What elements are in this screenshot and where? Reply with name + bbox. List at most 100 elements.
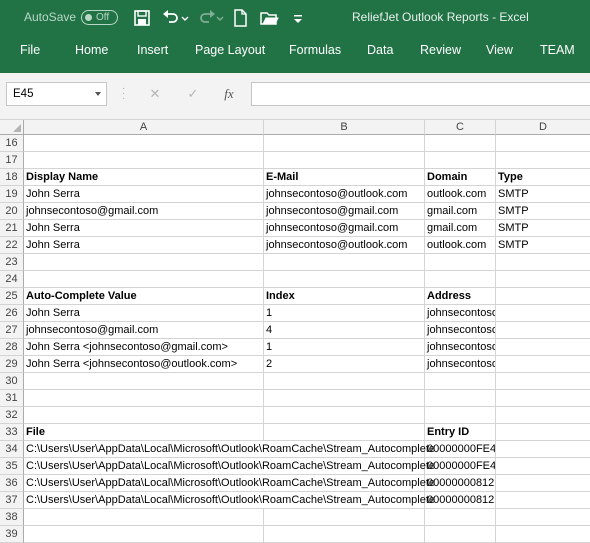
cell-c[interactable]: 00000000812B1FA4BEA310199D [425, 475, 496, 492]
select-all-button[interactable] [0, 120, 24, 135]
row-header[interactable]: 25 [0, 288, 24, 305]
cell-c[interactable] [425, 373, 496, 390]
row-header[interactable]: 30 [0, 373, 24, 390]
cell-c[interactable]: johnsecontoso@outlook.com [425, 356, 496, 373]
column-header-a[interactable]: A [24, 120, 264, 135]
cell-a[interactable] [24, 254, 264, 271]
cell-c[interactable] [425, 526, 496, 543]
cell-b[interactable] [264, 152, 425, 169]
row-header[interactable]: 33 [0, 424, 24, 441]
cell-c[interactable]: 00000000812B1FA4BEA310199D [425, 492, 496, 509]
cell-c[interactable] [425, 152, 496, 169]
cell-d[interactable] [496, 373, 590, 390]
cell-c[interactable] [425, 271, 496, 288]
tab-insert[interactable]: Insert [137, 43, 168, 57]
column-header-c[interactable]: C [425, 120, 496, 135]
cell-a[interactable]: johnsecontoso@gmail.com [24, 322, 264, 339]
cell-b[interactable]: 1 [264, 305, 425, 322]
cell-b[interactable]: E-Mail [264, 169, 425, 186]
cell-b[interactable] [264, 509, 425, 526]
cell-d[interactable] [496, 458, 590, 475]
cell-b[interactable]: johnsecontoso@outlook.com [264, 186, 425, 203]
redo-dropdown-icon[interactable] [215, 8, 225, 28]
cell-c[interactable]: 00000000FE42AA0A18C71A10E8 [425, 458, 496, 475]
cell-d[interactable]: SMTP [496, 186, 590, 203]
cell-a[interactable]: johnsecontoso@gmail.com [24, 203, 264, 220]
cell-a[interactable]: File [24, 424, 264, 441]
cell-d[interactable]: SMTP [496, 203, 590, 220]
cell-b[interactable]: johnsecontoso@gmail.com [264, 203, 425, 220]
cell-d[interactable] [496, 475, 590, 492]
row-header[interactable]: 26 [0, 305, 24, 322]
row-header[interactable]: 28 [0, 339, 24, 356]
cell-a[interactable] [24, 135, 264, 152]
cell-c[interactable] [425, 390, 496, 407]
cell-c[interactable]: gmail.com [425, 203, 496, 220]
cell-c[interactable]: johnsecontoso@gmail.com [425, 339, 496, 356]
worksheet-grid[interactable]: A B C D 16 17 18 Display Name E-Mail Domain Ty… [0, 120, 590, 543]
cell-c[interactable] [425, 509, 496, 526]
row-header[interactable]: 35 [0, 458, 24, 475]
tab-data[interactable]: Data [367, 43, 393, 57]
cell-c[interactable]: outlook.com [425, 186, 496, 203]
cell-a[interactable]: John Serra [24, 220, 264, 237]
cell-d[interactable] [496, 356, 590, 373]
cell-b[interactable]: 2 [264, 356, 425, 373]
tab-team[interactable]: TEAM [540, 43, 575, 57]
cell-d[interactable] [496, 288, 590, 305]
tab-view[interactable]: View [486, 43, 513, 57]
cell-d[interactable] [496, 424, 590, 441]
cell-b[interactable] [264, 135, 425, 152]
row-header[interactable]: 34 [0, 441, 24, 458]
cell-d[interactable] [496, 441, 590, 458]
cell-b[interactable]: 4 [264, 322, 425, 339]
cell-a[interactable] [24, 152, 264, 169]
formula-input[interactable] [251, 82, 590, 106]
cell-d[interactable] [496, 492, 590, 509]
row-header[interactable]: 39 [0, 526, 24, 543]
cell-c[interactable] [425, 407, 496, 424]
cell-a[interactable]: C:\Users\User\AppData\Local\Microsoft\Ou… [24, 441, 435, 458]
open-folder-icon[interactable] [259, 8, 279, 28]
cell-c[interactable]: Entry ID [425, 424, 496, 441]
cell-d[interactable] [496, 271, 590, 288]
cell-b[interactable] [264, 271, 425, 288]
cell-d[interactable] [496, 339, 590, 356]
row-header[interactable]: 19 [0, 186, 24, 203]
row-header[interactable]: 37 [0, 492, 24, 509]
cell-d[interactable]: SMTP [496, 237, 590, 254]
redo-icon[interactable] [197, 8, 217, 28]
cell-a[interactable]: John Serra [24, 186, 264, 203]
cell-d[interactable]: Type [496, 169, 590, 186]
cell-d[interactable] [496, 254, 590, 271]
cell-a[interactable]: John Serra <johnsecontoso@outlook.com> [24, 356, 264, 373]
cell-b[interactable] [264, 390, 425, 407]
row-header[interactable]: 29 [0, 356, 24, 373]
cancel-icon[interactable]: ✕ [144, 83, 166, 105]
new-document-icon[interactable] [230, 8, 250, 28]
cell-b[interactable] [264, 373, 425, 390]
cell-c[interactable]: gmail.com [425, 220, 496, 237]
cell-a[interactable]: C:\Users\User\AppData\Local\Microsoft\Ou… [24, 458, 435, 475]
cell-d[interactable] [496, 509, 590, 526]
cell-a[interactable] [24, 407, 264, 424]
cell-d[interactable] [496, 135, 590, 152]
name-box[interactable]: E45 [6, 82, 107, 106]
row-header[interactable]: 20 [0, 203, 24, 220]
cell-d[interactable] [496, 526, 590, 543]
resize-handle-icon[interactable]: · · · [122, 84, 126, 104]
cell-c[interactable]: Domain [425, 169, 496, 186]
row-header[interactable]: 31 [0, 390, 24, 407]
cell-d[interactable]: SMTP [496, 220, 590, 237]
cell-c[interactable]: outlook.com [425, 237, 496, 254]
row-header[interactable]: 17 [0, 152, 24, 169]
cell-a[interactable]: John Serra [24, 305, 264, 322]
row-header[interactable]: 22 [0, 237, 24, 254]
customize-qat-icon[interactable] [292, 8, 304, 28]
tab-home[interactable]: Home [75, 43, 108, 57]
cell-b[interactable]: johnsecontoso@gmail.com [264, 220, 425, 237]
cell-c[interactable]: johnsecontoso@gmail.com [425, 322, 496, 339]
row-header[interactable]: 38 [0, 509, 24, 526]
cell-a[interactable] [24, 271, 264, 288]
cell-b[interactable] [264, 424, 425, 441]
